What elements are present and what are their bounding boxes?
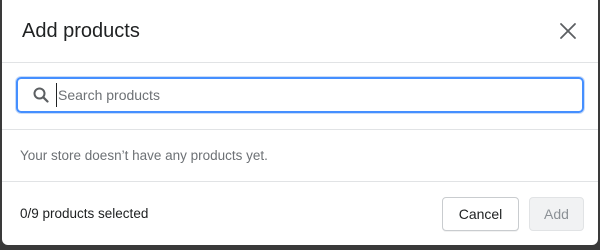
dialog-footer: 0/9 products selected Cancel Add (2, 182, 598, 245)
search-input[interactable] (56, 83, 582, 107)
close-button[interactable] (554, 17, 582, 45)
add-products-dialog: Add products Your store doesn’t have any… (2, 0, 598, 245)
close-icon (560, 23, 576, 39)
add-button[interactable]: Add (529, 196, 584, 231)
empty-state-message: Your store doesn’t have any products yet… (20, 148, 268, 163)
search-field[interactable] (16, 77, 584, 113)
footer-buttons: Cancel Add (442, 196, 584, 231)
search-section (2, 63, 598, 130)
search-icon (32, 86, 50, 104)
cancel-button[interactable]: Cancel (442, 196, 519, 231)
dialog-header: Add products (2, 0, 598, 63)
dialog-title: Add products (22, 19, 140, 42)
selected-count: 0/9 products selected (20, 206, 149, 221)
empty-state: Your store doesn’t have any products yet… (2, 130, 598, 182)
